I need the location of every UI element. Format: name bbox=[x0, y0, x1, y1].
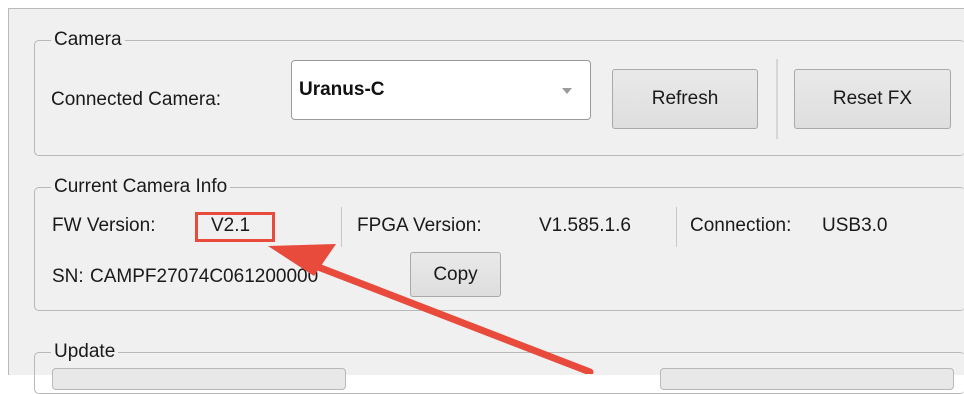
update-control-right[interactable] bbox=[660, 368, 954, 390]
info-divider-1 bbox=[341, 207, 342, 247]
info-divider-2 bbox=[676, 207, 677, 247]
fpga-version-label: FPGA Version: bbox=[357, 215, 482, 236]
camera-group-title: Camera bbox=[51, 29, 125, 51]
serial-number-label: SN: bbox=[52, 266, 84, 287]
fpga-version-value: V1.585.1.6 bbox=[539, 215, 631, 236]
reset-fx-button[interactable]: Reset FX bbox=[794, 69, 951, 129]
connected-camera-dropdown[interactable]: Uranus-C bbox=[291, 60, 591, 120]
serial-number-value: CAMPF27074C061200000 bbox=[90, 266, 319, 287]
update-control-left[interactable] bbox=[52, 368, 346, 390]
connection-label: Connection: bbox=[690, 215, 792, 236]
connection-value: USB3.0 bbox=[822, 215, 888, 236]
fw-version-label: FW Version: bbox=[52, 215, 156, 236]
chevron-down-icon[interactable] bbox=[562, 88, 572, 94]
connected-camera-value: Uranus-C bbox=[299, 79, 385, 100]
update-group-title: Update bbox=[51, 341, 119, 363]
copy-serial-button[interactable]: Copy bbox=[410, 252, 501, 297]
refresh-button[interactable]: Refresh bbox=[612, 69, 758, 129]
connected-camera-label: Connected Camera: bbox=[51, 89, 222, 110]
fw-version-highlight-box bbox=[195, 212, 275, 242]
camera-info-group-title: Current Camera Info bbox=[51, 176, 231, 198]
toolbar-divider bbox=[776, 59, 778, 139]
